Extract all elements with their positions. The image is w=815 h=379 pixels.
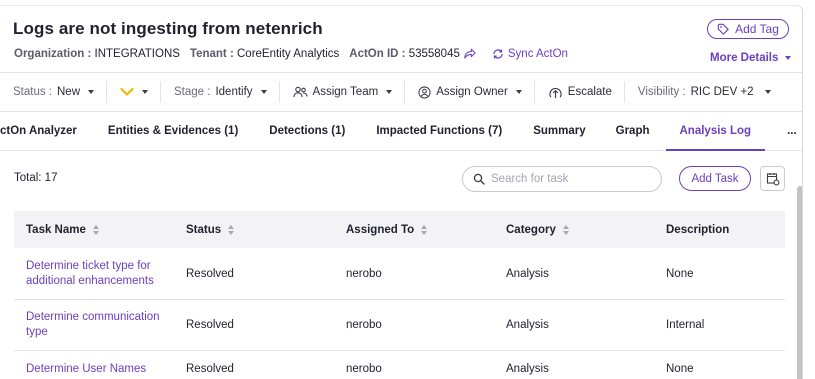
calendar-settings-icon: [766, 172, 779, 185]
tab-analysis-log[interactable]: Analysis Log: [665, 112, 766, 151]
sync-acton-link[interactable]: Sync ActOn: [492, 48, 568, 60]
tab-graph[interactable]: Graph: [601, 112, 666, 150]
escalate-button[interactable]: Escalate: [535, 81, 625, 103]
task-description: Internal: [666, 319, 705, 331]
stage-value: Identify: [215, 86, 253, 98]
column-header-category[interactable]: Category: [494, 224, 654, 236]
column-header-assigned-to[interactable]: Assigned To: [334, 224, 494, 236]
stage-dropdown[interactable]: Stage : Identify: [161, 81, 280, 103]
table-header: Task Name Status Assigned To Category De…: [14, 211, 785, 248]
task-table: Task Name Status Assigned To Category De…: [14, 211, 785, 379]
column-label: Task Name: [26, 223, 86, 236]
tab-detections[interactable]: Detections (1): [254, 112, 361, 150]
assign-team-label: Assign Team: [312, 86, 379, 98]
chevron-down-icon: [785, 56, 792, 60]
visibility-value: RIC DEV +2: [690, 86, 754, 98]
sort-icon: [421, 224, 428, 235]
priority-chevron-icon: [120, 87, 134, 96]
status-label: Status :: [13, 86, 52, 98]
case-meta: Organization : INTEGRATIONS Tenant : Cor…: [14, 47, 568, 60]
task-category: Analysis: [506, 267, 549, 280]
column-label: Status: [186, 223, 222, 236]
tab-summary[interactable]: Summary: [518, 112, 600, 150]
page-title: Logs are not ingesting from netenrich: [13, 19, 323, 38]
task-category: Analysis: [506, 363, 549, 375]
column-label: Description: [666, 223, 730, 236]
sort-icon: [228, 224, 235, 235]
task-name-link[interactable]: Determine communication type: [14, 310, 174, 340]
chevron-down-icon: [515, 90, 522, 94]
task-category: Analysis: [506, 319, 549, 331]
add-tag-button[interactable]: Add Tag: [707, 19, 789, 39]
column-label: Category: [506, 223, 556, 236]
chevron-down-icon: [260, 90, 267, 94]
tab-acton-analyzer[interactable]: ctOn Analyzer: [0, 112, 93, 150]
chevron-down-icon: [386, 90, 393, 94]
tag-icon: [717, 23, 729, 35]
status-value: New: [57, 86, 81, 98]
visibility-label: Visibility :: [637, 86, 686, 98]
add-tag-label: Add Tag: [735, 22, 779, 36]
assign-owner-label: Assign Owner: [436, 86, 508, 98]
chevron-down-icon: [88, 90, 95, 94]
tenant-value: CoreEntity Analytics: [237, 47, 340, 60]
case-toolbar: Status : New Stage : Identify Assign Tea…: [0, 72, 802, 112]
stage-label: Stage :: [174, 86, 211, 98]
column-header-description: Description: [654, 224, 785, 236]
acton-id-label: ActOn ID :: [349, 47, 406, 60]
task-status: Resolved: [186, 267, 234, 280]
task-name-link[interactable]: Determine ticket type for additional enh…: [14, 259, 174, 289]
table-row[interactable]: Determine communication type Resolved ne…: [14, 300, 785, 351]
column-header-status[interactable]: Status: [174, 224, 334, 236]
tenant-label: Tenant :: [189, 47, 234, 60]
add-task-button[interactable]: Add Task: [679, 166, 751, 191]
more-details-label: More Details: [710, 52, 779, 64]
share-icon[interactable]: [463, 47, 476, 60]
assign-owner-dropdown[interactable]: Assign Owner: [405, 81, 535, 103]
column-header-task-name[interactable]: Task Name: [14, 224, 174, 236]
status-dropdown[interactable]: Status : New: [0, 81, 108, 103]
escalate-icon: [549, 87, 562, 98]
task-status: Resolved: [186, 363, 234, 375]
search-icon: [473, 173, 485, 185]
chevron-down-icon: [764, 90, 771, 94]
task-search[interactable]: [462, 166, 662, 192]
search-input[interactable]: [491, 173, 651, 185]
priority-dropdown[interactable]: [107, 81, 162, 103]
task-total: Total: 17: [14, 172, 58, 184]
case-tabs: ctOn Analyzer Entities & Evidences (1) D…: [0, 112, 802, 151]
task-description: None: [666, 267, 694, 280]
user-circle-icon: [418, 85, 431, 99]
sync-icon: [493, 48, 503, 59]
table-row[interactable]: Determine ticket type for additional enh…: [14, 248, 785, 300]
task-assignee: nerobo: [346, 363, 382, 375]
tab-more[interactable]: ...: [765, 112, 802, 150]
tab-impacted-functions[interactable]: Impacted Functions (7): [361, 112, 518, 150]
task-assignee: nerobo: [346, 319, 382, 331]
visibility-dropdown[interactable]: Visibility : RIC DEV +2: [625, 81, 783, 103]
team-icon: [292, 86, 308, 98]
sync-acton-label: Sync ActOn: [507, 47, 568, 60]
task-name-link[interactable]: Determine User Names: [14, 362, 174, 377]
task-settings-button[interactable]: [760, 166, 785, 191]
vertical-scrollbar[interactable]: [797, 186, 802, 379]
case-panel: Logs are not ingesting from netenrich Ad…: [0, 5, 803, 379]
sort-icon: [92, 224, 99, 235]
sort-icon: [562, 224, 569, 235]
chevron-down-icon: [142, 90, 149, 94]
acton-id-value: 53558045: [408, 47, 460, 60]
assign-team-dropdown[interactable]: Assign Team: [280, 81, 406, 103]
organization-value: INTEGRATIONS: [94, 47, 180, 60]
organization-label: Organization :: [14, 47, 92, 60]
task-status: Resolved: [186, 319, 234, 331]
more-details-toggle[interactable]: More Details: [710, 52, 792, 64]
task-description: None: [666, 363, 694, 375]
task-assignee: nerobo: [346, 267, 382, 280]
escalate-label: Escalate: [567, 86, 612, 98]
tab-entities-evidences[interactable]: Entities & Evidences (1): [93, 112, 254, 150]
column-label: Assigned To: [346, 223, 415, 236]
table-row[interactable]: Determine User Names Resolved nerobo Ana…: [14, 351, 785, 379]
